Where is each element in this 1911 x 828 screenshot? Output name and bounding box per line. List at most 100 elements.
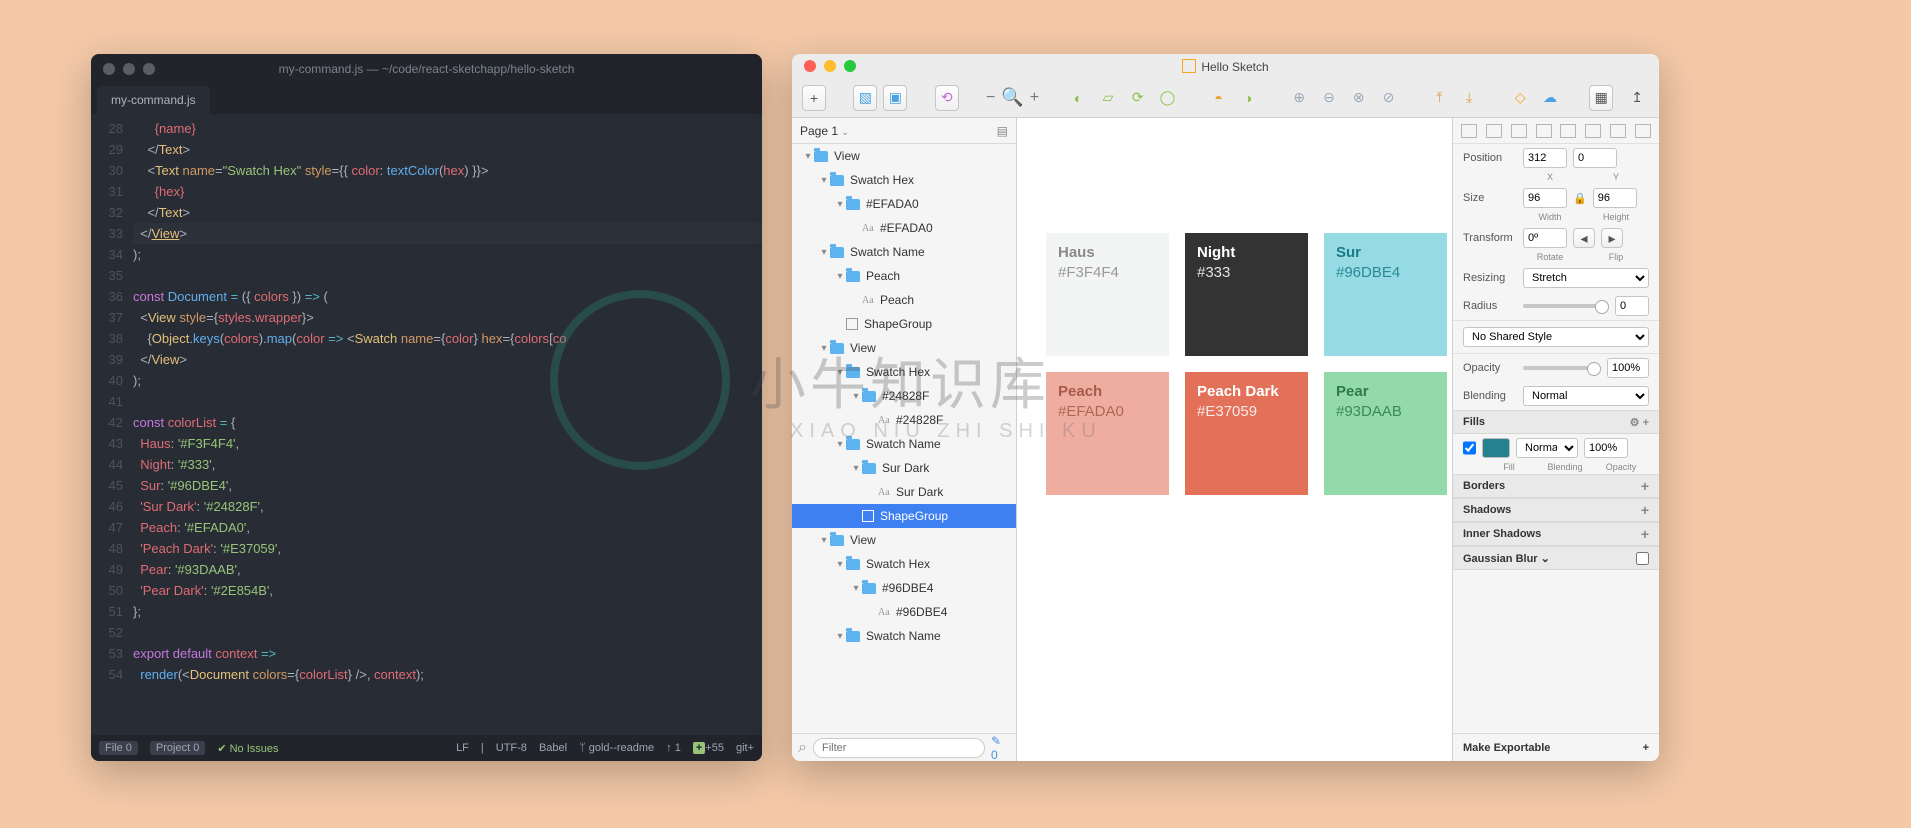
union-button[interactable]: ⊕ <box>1287 85 1311 111</box>
cloud-button[interactable]: ☁ <box>1538 85 1562 111</box>
fill-color-swatch[interactable] <box>1482 438 1510 458</box>
add-shadow-button[interactable]: + <box>1641 502 1649 518</box>
edit-button[interactable]: ◐ <box>1066 85 1090 111</box>
swatch[interactable]: Pear#93DAAB <box>1324 372 1447 495</box>
layer-row[interactable]: ▾#24828F <box>792 384 1016 408</box>
flip-h-button[interactable]: ◂ <box>1573 228 1595 248</box>
align-controls[interactable] <box>1453 118 1659 144</box>
swatch[interactable]: Peach Dark#E37059 <box>1185 372 1308 495</box>
editor-tabbar[interactable]: my-command.js <box>91 84 762 114</box>
layer-row[interactable]: ▾View <box>792 528 1016 552</box>
status-lang[interactable]: Babel <box>539 742 567 754</box>
swatch[interactable]: Peach#EFADA0 <box>1046 372 1169 495</box>
layer-row[interactable]: AaSur Dark <box>792 480 1016 504</box>
difference-button[interactable]: ⊘ <box>1377 85 1401 111</box>
status-project[interactable]: Project 0 <box>150 741 205 755</box>
fills-settings-icon[interactable]: ⚙ + <box>1630 416 1649 429</box>
slice-filter-icon[interactable]: ✎ 0 <box>991 734 1010 762</box>
status-file[interactable]: File 0 <box>99 741 138 755</box>
code-area[interactable]: 2829303132333435363738394041424344454647… <box>91 114 762 735</box>
height-input[interactable] <box>1593 188 1637 208</box>
layer-row[interactable]: ShapeGroup <box>792 312 1016 336</box>
code-content[interactable]: {name} </Text> <Text name="Swatch Hex" s… <box>133 114 762 735</box>
status-branch[interactable]: ᛘ gold--readme <box>579 742 654 754</box>
layer-tree[interactable]: ▾View▾Swatch Hex▾#EFADA0Aa#EFADA0▾Swatch… <box>792 144 1016 733</box>
fill-enabled-checkbox[interactable] <box>1463 438 1476 458</box>
group-button[interactable]: ▧ <box>853 85 877 111</box>
symbol-button[interactable]: ⟲ <box>935 85 959 111</box>
layer-filter-input[interactable] <box>813 738 985 758</box>
mirror-button[interactable]: ◇ <box>1508 85 1532 111</box>
subtract-button[interactable]: ⊖ <box>1317 85 1341 111</box>
status-vcs[interactable]: git+ <box>736 742 754 754</box>
width-input[interactable] <box>1523 188 1567 208</box>
zoom-icon[interactable]: 🔍 <box>1001 87 1023 108</box>
layer-row[interactable]: ▾Swatch Hex <box>792 360 1016 384</box>
opacity-slider[interactable] <box>1523 366 1601 370</box>
radius-input[interactable] <box>1615 296 1649 316</box>
layer-row[interactable]: Aa#EFADA0 <box>792 216 1016 240</box>
flatten-button[interactable]: ◯ <box>1156 85 1180 111</box>
layer-row[interactable]: ▾View <box>792 144 1016 168</box>
forward-button[interactable]: ⤒ <box>1428 85 1452 111</box>
position-y-input[interactable] <box>1573 148 1617 168</box>
status-ahead: ↑ 1 <box>666 742 681 754</box>
layer-row[interactable]: ▾Swatch Hex <box>792 168 1016 192</box>
rotation-input[interactable] <box>1523 228 1567 248</box>
backward-button[interactable]: ⤓ <box>1457 85 1481 111</box>
status-lf[interactable]: LF <box>456 742 469 754</box>
blur-checkbox[interactable] <box>1636 552 1649 565</box>
canvas[interactable]: Haus#F3F4F4Night#333Sur#96DBE4Sur Dark#2… <box>1017 118 1452 761</box>
layer-row[interactable]: ▾Swatch Name <box>792 432 1016 456</box>
editor-titlebar[interactable]: my-command.js — ~/code/react-sketchapp/h… <box>91 54 762 84</box>
lock-icon[interactable]: 🔒 <box>1573 192 1587 205</box>
resizing-select[interactable]: Stretch <box>1523 268 1649 288</box>
layer-row[interactable]: ▾#EFADA0 <box>792 192 1016 216</box>
position-label: Position <box>1463 152 1517 164</box>
status-encoding[interactable]: UTF-8 <box>496 742 527 754</box>
add-inner-shadow-button[interactable]: + <box>1641 526 1649 542</box>
shared-style-select[interactable]: No Shared Style <box>1463 327 1649 347</box>
blending-select[interactable]: Normal <box>1523 386 1649 406</box>
transform-label: Transform <box>1463 232 1517 244</box>
page-selector[interactable]: Page 1 ⌄ ▤ <box>792 118 1016 144</box>
position-x-input[interactable] <box>1523 148 1567 168</box>
sketch-titlebar[interactable]: Hello Sketch <box>792 54 1659 78</box>
opacity-input[interactable] <box>1607 358 1649 378</box>
view-button[interactable]: ▦ <box>1589 85 1613 111</box>
layer-row[interactable]: Aa#96DBE4 <box>792 600 1016 624</box>
add-export-button[interactable]: + <box>1643 742 1649 754</box>
layer-row[interactable]: AaPeach <box>792 288 1016 312</box>
layers-panel: Page 1 ⌄ ▤ ▾View▾Swatch Hex▾#EFADA0Aa#EF… <box>792 118 1017 761</box>
layer-row[interactable]: ShapeGroup <box>792 504 1016 528</box>
zoom-in-button[interactable]: + <box>1030 89 1039 107</box>
scale-button[interactable]: ◑ <box>1236 85 1260 111</box>
rotate-button[interactable]: ⟳ <box>1126 85 1150 111</box>
ungroup-button[interactable]: ▣ <box>883 85 907 111</box>
export-button[interactable]: ↥ <box>1625 85 1649 111</box>
fill-blend-select[interactable]: Normal <box>1516 438 1578 458</box>
swatch[interactable]: Haus#F3F4F4 <box>1046 233 1169 356</box>
swatch[interactable]: Sur#96DBE4 <box>1324 233 1447 356</box>
layer-row[interactable]: ▾Swatch Hex <box>792 552 1016 576</box>
blending-label: Blending <box>1463 390 1517 402</box>
layer-row[interactable]: ▾#96DBE4 <box>792 576 1016 600</box>
zoom-out-button[interactable]: − <box>986 89 995 107</box>
layer-row[interactable]: ▾Swatch Name <box>792 624 1016 648</box>
fill-opacity-input[interactable] <box>1584 438 1628 458</box>
layer-row[interactable]: Aa#24828F <box>792 408 1016 432</box>
page-options-icon[interactable]: ▤ <box>997 124 1008 138</box>
intersect-button[interactable]: ⊗ <box>1347 85 1371 111</box>
layer-row[interactable]: ▾Peach <box>792 264 1016 288</box>
layer-row[interactable]: ▾View <box>792 336 1016 360</box>
insert-button[interactable]: + <box>802 85 826 111</box>
mask-button[interactable]: ◓ <box>1207 85 1231 111</box>
swatch[interactable]: Night#333 <box>1185 233 1308 356</box>
add-border-button[interactable]: + <box>1641 478 1649 494</box>
radius-slider[interactable] <box>1523 304 1609 308</box>
layer-row[interactable]: ▾Swatch Name <box>792 240 1016 264</box>
transform-button[interactable]: ▱ <box>1096 85 1120 111</box>
layer-row[interactable]: ▾Sur Dark <box>792 456 1016 480</box>
flip-v-button[interactable]: ▸ <box>1601 228 1623 248</box>
editor-tab[interactable]: my-command.js <box>97 86 210 114</box>
